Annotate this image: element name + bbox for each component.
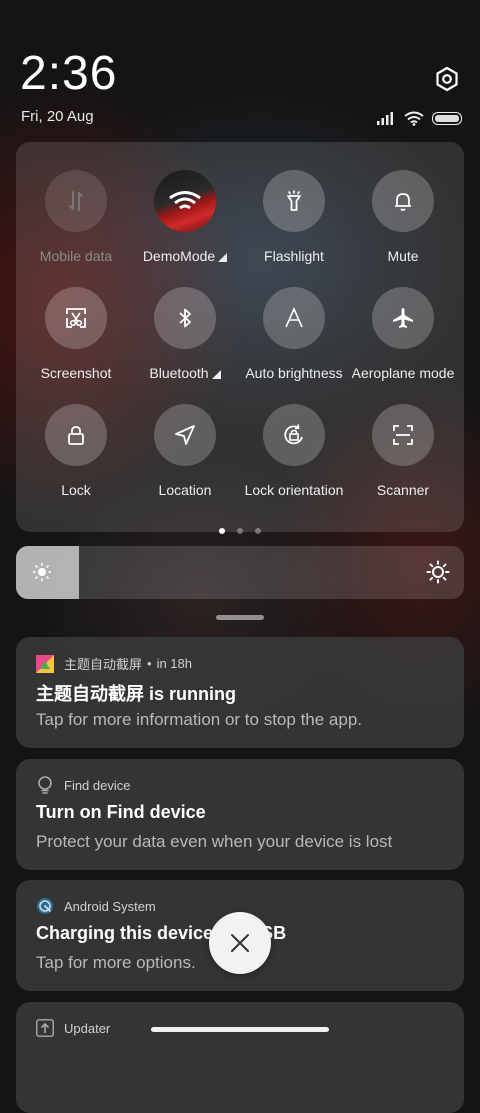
notification-time: in 18h [156,656,192,671]
page-dot [237,528,243,534]
wifi-icon [404,111,424,126]
lock-orientation-icon [284,424,303,445]
drag-handle[interactable] [216,615,264,620]
notification-title: Turn on Find device [36,802,206,822]
notification-app-name: Android System [64,898,156,914]
tile-flashlight[interactable]: Flashlight [238,170,350,264]
page-dot [255,528,261,534]
tile-lock[interactable]: Lock [20,404,132,498]
notification-body: Tap for more options. [36,953,196,972]
theme-screenshot-app-icon [36,654,54,673]
close-icon [231,934,249,952]
expand-triangle-icon [218,252,228,262]
tile-lock-orientation[interactable]: Lock orientation [238,404,350,498]
notification-card[interactable]: 主题自动截屏 • in 18h 主题自动截屏 is running Tap fo… [16,637,464,748]
mobile-data-icon [69,191,83,211]
settings-gear-icon[interactable] [434,66,460,92]
notification-card[interactable]: Find device Turn on Find device Protect … [16,759,464,870]
bell-icon [395,193,411,211]
tile-location[interactable]: Location [129,404,241,498]
tile-auto-brightness[interactable]: Auto brightness [238,287,350,381]
tile-label: Mute [387,248,419,264]
tile-label: Mobile data [39,248,113,264]
flashlight-icon [287,190,301,211]
page-indicator [0,521,480,539]
updater-icon [36,1019,54,1037]
tile-demomode[interactable]: DemoMode [129,170,241,264]
notification-app-name: Updater [64,1020,111,1036]
signal-icon [377,112,393,125]
gesture-nav-bar[interactable] [151,1027,329,1032]
battery-icon [432,111,462,125]
android-system-icon [36,897,54,915]
brightness-low-icon [32,562,52,582]
quick-settings-panel: Mobile data DemoMode Flashlight Mute Scr… [16,142,464,532]
status-icons [376,110,462,126]
scanner-icon [393,425,413,445]
tile-label: Bluetooth [149,365,209,381]
lock-icon [68,426,84,445]
tile-label: Lock orientation [244,482,344,498]
separator-dot: • [147,656,152,671]
tile-label: Location [158,482,212,498]
notification-app-name: 主题自动截屏 [64,657,143,672]
tile-screenshot[interactable]: Screenshot [20,287,132,381]
notification-app-row: Updater [36,1019,110,1037]
tile-scanner[interactable]: Scanner [347,404,459,498]
tile-label: Aeroplane mode [351,365,455,381]
tile-mobile-data[interactable]: Mobile data [20,170,132,264]
tile-label: Auto brightness [245,365,343,381]
tile-label: Scanner [376,482,430,498]
notification-app-row: Find device [36,776,130,794]
brightness-slider[interactable] [16,546,464,599]
notification-app-row: Android System [36,897,156,915]
tile-aeroplane-mode[interactable]: Aeroplane mode [347,287,459,381]
screenshot-icon [66,308,86,328]
clear-all-button[interactable] [209,912,271,974]
auto-brightness-icon [285,307,303,328]
expand-triangle-icon [211,369,221,379]
tile-label: Flashlight [264,248,324,264]
date: Fri, 20 Aug [21,108,94,125]
find-device-icon [36,776,54,794]
tile-label: Screenshot [40,365,112,381]
tile-label: Lock [61,482,91,498]
location-icon [175,425,195,445]
tile-bluetooth[interactable]: Bluetooth [129,287,241,381]
notification-card[interactable]: Updater [16,1002,464,1113]
clock: 2:36 [20,47,118,100]
airplane-icon [393,308,413,328]
demomode-avatar [154,170,216,232]
page-dot [219,528,225,534]
tile-mute[interactable]: Mute [347,170,459,264]
notification-body: Protect your data even when your device … [36,832,393,851]
bluetooth-icon [179,308,191,328]
notification-title: 主题自动截屏 is running [36,684,236,704]
notification-app-name: Find device [64,777,131,793]
notification-body: Tap for more information or to stop the … [36,710,363,729]
brightness-high-icon [426,560,450,584]
tile-label: DemoMode [142,248,216,264]
notification-app-row: 主题自动截屏 • in 18h [36,654,192,673]
